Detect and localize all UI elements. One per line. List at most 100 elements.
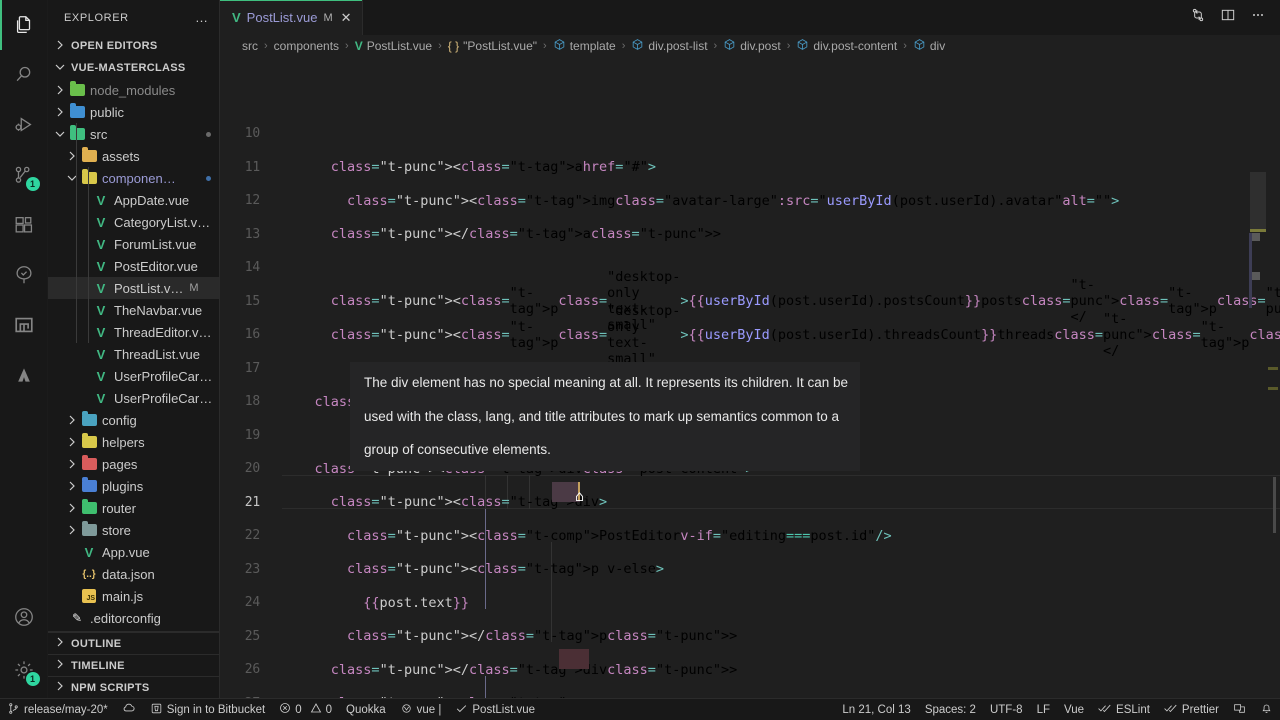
tree-item[interactable]: ✎ .editorconfig bbox=[48, 607, 219, 629]
tree-item[interactable]: public bbox=[48, 101, 219, 123]
code-editor[interactable]: 10 11 class="t-punc">< class = "t-tag">a hre… bbox=[220, 57, 1280, 698]
tree-item[interactable]: config bbox=[48, 409, 219, 431]
chevron-right-icon[interactable] bbox=[64, 412, 80, 428]
chevron-right-icon[interactable] bbox=[64, 148, 80, 164]
status-notifications[interactable] bbox=[1253, 699, 1280, 720]
section-vue-masterclass[interactable]: VUE-MASTERCLASS bbox=[48, 57, 219, 79]
status-encoding[interactable]: UTF-8 bbox=[983, 699, 1030, 720]
panel-timeline[interactable]: TIMELINE bbox=[48, 654, 219, 676]
tree-item[interactable]: V UserProfileCar… bbox=[48, 365, 219, 387]
activity-explorer[interactable] bbox=[0, 0, 48, 50]
breadcrumb-item[interactable]: V PostList.vue bbox=[355, 39, 432, 53]
account-icon bbox=[13, 606, 35, 628]
activity-testing[interactable] bbox=[0, 250, 48, 300]
chevron-down-icon[interactable] bbox=[64, 170, 80, 186]
activity-npm[interactable] bbox=[0, 300, 48, 350]
split-editor-icon[interactable] bbox=[1220, 7, 1236, 28]
chevron-right-icon[interactable] bbox=[64, 434, 80, 450]
status-prettier[interactable]: Prettier bbox=[1157, 699, 1226, 720]
minimap[interactable] bbox=[1249, 57, 1266, 698]
tree-item[interactable]: {..} data.json bbox=[48, 563, 219, 585]
minimap-slider[interactable] bbox=[1249, 233, 1252, 308]
file-tree[interactable]: node_modules public src assets componen… V App… bbox=[48, 79, 219, 631]
activity-search[interactable] bbox=[0, 50, 48, 100]
panel-npm-scripts[interactable]: NPM SCRIPTS bbox=[48, 676, 219, 698]
status-sync[interactable] bbox=[115, 699, 143, 720]
activity-extensions[interactable] bbox=[0, 200, 48, 250]
chevron-right-icon[interactable] bbox=[64, 522, 80, 538]
tree-item-label: .editorconfig bbox=[90, 610, 161, 626]
overview-ruler[interactable] bbox=[1266, 57, 1280, 698]
status-bitbucket[interactable]: Sign in to Bitbucket bbox=[143, 699, 272, 720]
tooltip-line: The div element has no special meaning a… bbox=[364, 375, 849, 390]
breadcrumb-item[interactable]: template bbox=[553, 38, 616, 54]
status-indentation[interactable]: Spaces: 2 bbox=[918, 699, 983, 720]
status-eol[interactable]: LF bbox=[1030, 699, 1057, 720]
tree-item[interactable]: V ForumList.vue bbox=[48, 233, 219, 255]
tree-item[interactable]: V UserProfileCar… bbox=[48, 387, 219, 409]
breadcrumb-item[interactable]: div.post bbox=[723, 38, 781, 54]
tree-item[interactable]: V PostList.v… M bbox=[48, 277, 219, 299]
chevron-right-icon[interactable] bbox=[64, 478, 80, 494]
section-open-editors[interactable]: OPEN EDITORS bbox=[48, 35, 219, 57]
tree-item[interactable]: assets bbox=[48, 145, 219, 167]
tree-item[interactable]: pages bbox=[48, 453, 219, 475]
tree-item[interactable]: V ThreadList.vue bbox=[48, 343, 219, 365]
line-content: class="t-punc">< bbox=[330, 293, 461, 310]
status-remote[interactable] bbox=[1226, 699, 1253, 720]
breadcrumb-item[interactable]: div.post-list bbox=[631, 38, 708, 54]
status-eslint[interactable]: ESLint bbox=[1091, 699, 1157, 720]
chevron-right-icon[interactable] bbox=[64, 500, 80, 516]
breadcrumb-item[interactable]: src bbox=[242, 39, 258, 53]
tree-item[interactable]: V ThreadEditor.v… bbox=[48, 321, 219, 343]
status-vue-language[interactable]: vue | bbox=[393, 699, 449, 720]
breadcrumb-item[interactable]: components bbox=[274, 39, 339, 53]
status-language-mode[interactable]: Vue bbox=[1057, 699, 1091, 720]
tree-item[interactable]: V TheNavbar.vue bbox=[48, 299, 219, 321]
tree-item[interactable]: V PostEditor.vue bbox=[48, 255, 219, 277]
panel-outline[interactable]: OUTLINE bbox=[48, 632, 219, 654]
bell-icon bbox=[1260, 702, 1273, 718]
tree-item[interactable]: src bbox=[48, 123, 219, 145]
vue-icon bbox=[400, 702, 413, 718]
status-cursor-position[interactable]: Ln 21, Col 13 bbox=[835, 699, 917, 720]
status-quokka[interactable]: Quokka bbox=[339, 699, 393, 720]
status-problems[interactable]: 0 0 bbox=[272, 699, 339, 720]
breadcrumb-item[interactable]: { } "PostList.vue" bbox=[448, 39, 537, 53]
close-icon[interactable]: ✕ bbox=[341, 10, 352, 26]
tab-bar: V PostList.vue M ✕ bbox=[220, 0, 1280, 35]
line-content: class="t-punc">< bbox=[330, 494, 461, 511]
activity-manage[interactable]: 1 bbox=[0, 642, 48, 698]
breadcrumb-item[interactable]: div.post-content bbox=[796, 38, 897, 54]
chevron-right-icon[interactable] bbox=[64, 456, 80, 472]
compare-changes-icon[interactable] bbox=[1190, 7, 1206, 28]
tree-item[interactable]: V App.vue bbox=[48, 541, 219, 563]
tree-item[interactable]: componen… bbox=[48, 167, 219, 189]
activity-atlassian[interactable] bbox=[0, 350, 48, 400]
tree-item[interactable]: helpers bbox=[48, 431, 219, 453]
tree-item-label: App.vue bbox=[102, 544, 150, 560]
tree-item[interactable]: node_modules bbox=[48, 79, 219, 101]
activity-accounts[interactable] bbox=[0, 592, 48, 642]
tree-item[interactable]: ☰.env.local bbox=[48, 629, 219, 631]
breadcrumb-item[interactable]: div bbox=[913, 38, 945, 54]
ellipsis-icon[interactable] bbox=[1250, 7, 1266, 28]
chevron-right-icon[interactable] bbox=[52, 104, 68, 120]
folder-icon bbox=[81, 477, 97, 492]
tree-item[interactable]: router bbox=[48, 497, 219, 519]
activity-run-debug[interactable] bbox=[0, 100, 48, 150]
vue-icon: V bbox=[354, 39, 363, 53]
tree-item[interactable]: JS main.js bbox=[48, 585, 219, 607]
status-file-check[interactable]: PostList.vue bbox=[448, 699, 542, 720]
chevron-down-icon[interactable] bbox=[52, 126, 68, 142]
status-branch[interactable]: release/may-20* bbox=[0, 699, 115, 720]
tree-item[interactable]: plugins bbox=[48, 475, 219, 497]
breadcrumb[interactable]: src › components › V PostList.vue › { } "PostLis… bbox=[220, 35, 1280, 57]
tree-item[interactable]: V CategoryList.v… bbox=[48, 211, 219, 233]
chevron-right-icon[interactable] bbox=[52, 82, 68, 98]
activity-source-control[interactable]: 1 bbox=[0, 150, 48, 200]
tab-postlist-vue[interactable]: V PostList.vue M ✕ bbox=[220, 0, 363, 35]
tree-item[interactable]: store bbox=[48, 519, 219, 541]
tree-item[interactable]: V AppDate.vue bbox=[48, 189, 219, 211]
ellipsis-icon[interactable]: … bbox=[195, 10, 213, 25]
